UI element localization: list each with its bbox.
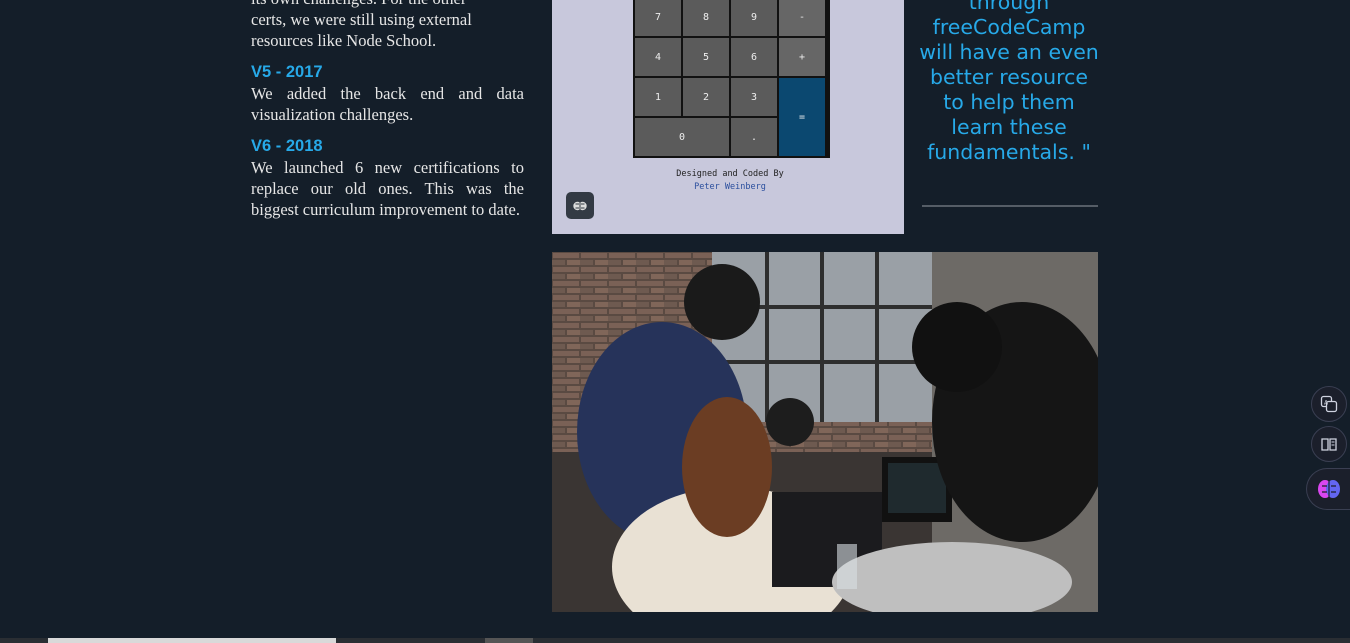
- calc-key[interactable]: 5: [683, 38, 729, 76]
- reader-icon[interactable]: [1311, 426, 1347, 462]
- calc-key-equals[interactable]: =: [779, 78, 825, 156]
- calc-key-decimal[interactable]: .: [731, 118, 777, 156]
- calc-key-plus[interactable]: +: [779, 38, 825, 76]
- intro-line: resources like Node School.: [251, 31, 437, 50]
- horizontal-scrollbar[interactable]: [0, 638, 1350, 643]
- calc-key[interactable]: 3: [731, 78, 777, 116]
- calc-key[interactable]: 9: [731, 0, 777, 36]
- calc-key[interactable]: 2: [683, 78, 729, 116]
- credit-author-link[interactable]: Peter Weinberg: [640, 181, 820, 194]
- v6-block: V6 - 2018 We launched 6 new certificatio…: [251, 136, 524, 220]
- calc-key[interactable]: 4: [635, 38, 681, 76]
- quote-divider: [922, 205, 1098, 207]
- v6-description: We launched 6 new certifications to repl…: [251, 158, 524, 219]
- intro-line: certs, we were still using external: [251, 10, 472, 29]
- calc-key-minus[interactable]: -: [779, 0, 825, 36]
- v5-block: V5 - 2017 We added the back end and data…: [251, 62, 524, 125]
- brain-icon[interactable]: [566, 192, 594, 219]
- intro-line: its own challenges. For the other: [251, 0, 524, 9]
- calc-key[interactable]: 1: [635, 78, 681, 116]
- v5-description: We added the back end and data visualiza…: [251, 84, 524, 124]
- calc-key[interactable]: 7: [635, 0, 681, 36]
- calc-key[interactable]: 6: [731, 38, 777, 76]
- students-photo: [552, 252, 1098, 612]
- translate-icon[interactable]: A: [1311, 386, 1347, 422]
- scrollbar-segment: [485, 638, 533, 643]
- brain-icon[interactable]: [1306, 468, 1350, 510]
- testimonial-quote: through freeCodeCamp will have an even b…: [919, 0, 1099, 164]
- calculator-keypad: 7 8 9 - 4 5 6 + 1 2 3 = 0 .: [633, 0, 830, 158]
- credit-label: Designed and Coded By: [676, 169, 784, 179]
- scrollbar-thumb[interactable]: [48, 638, 336, 643]
- v5-heading: V5 - 2017: [251, 63, 323, 81]
- calc-key[interactable]: 8: [683, 0, 729, 36]
- history-timeline: its own challenges. For the other certs,…: [251, 0, 524, 231]
- calculator-credit: Designed and Coded By Peter Weinberg: [640, 168, 820, 194]
- v6-heading: V6 - 2018: [251, 137, 323, 155]
- calc-key-zero[interactable]: 0: [635, 118, 729, 156]
- intro-block: its own challenges. For the other certs,…: [251, 0, 524, 51]
